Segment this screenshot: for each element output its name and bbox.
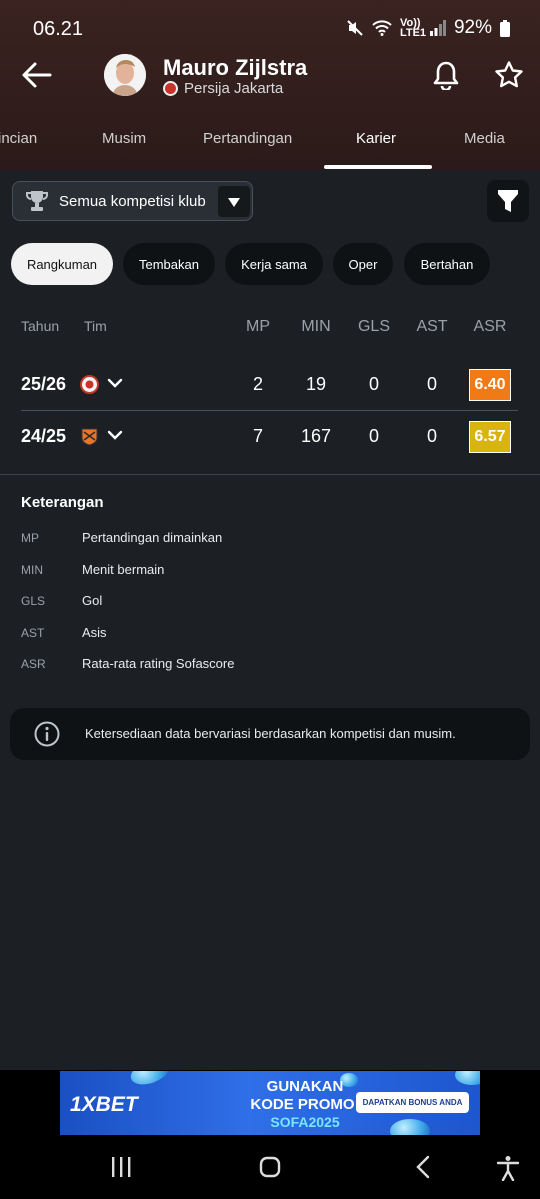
tab-karier[interactable]: Karier [356,130,396,147]
chip-kerja-sama[interactable]: Kerja sama [225,243,323,285]
network-label: Vo)) LTE1 [399,17,427,39]
player-header: Mauro Zijlstra Persija Jakarta [0,52,540,102]
coin-decoration [455,1071,480,1085]
row-divider [21,410,518,411]
header-min: MIN [301,318,331,335]
legend-abbr: ASR [21,657,46,671]
header-gls: GLS [357,318,390,335]
battery-percent: 92% [453,17,492,38]
legend-abbr: MP [21,531,39,545]
avatar[interactable] [104,54,146,96]
cell-gls: 0 [368,426,379,446]
legend-item: MP Pertandingan dimainkan [0,530,540,551]
info-notice: Ketersediaan data bervariasi berdasarkan… [10,708,530,760]
signal-icon [429,20,446,36]
filter-icon [498,190,518,212]
recent-apps-icon[interactable] [109,1155,133,1179]
info-icon [34,721,60,747]
chip-bertahan[interactable]: Bertahan [404,243,490,285]
club-link[interactable]: Persija Jakarta [163,80,283,97]
player-name: Mauro Zijlstra [163,55,308,80]
status-bar: 06.21 Vo)) LTE1 92% [0,0,540,58]
persija-crest-icon [80,375,99,394]
header-team: Tim [84,318,107,334]
active-tab-indicator [324,165,432,169]
cell-mp: 2 [252,374,263,394]
dropdown-button[interactable] [218,186,250,217]
filter-button[interactable] [487,180,529,222]
back-arrow-icon[interactable] [20,58,54,92]
table-row[interactable]: 24/25 7 167 0 0 6.57 [0,412,540,462]
chevron-down-icon[interactable] [107,429,123,441]
cell-min: 19 [305,374,327,394]
tab-media[interactable]: Media [464,130,505,147]
home-icon[interactable] [258,1155,282,1179]
header-asr: ASR [473,318,507,335]
season-label: 25/26 [21,374,67,394]
accessibility-icon[interactable] [496,1155,520,1181]
system-nav-bar [0,1138,540,1199]
header-ast: AST [416,318,448,335]
chip-rangkuman[interactable]: Rangkuman [11,243,113,285]
competition-label: Semua kompetisi klub [59,193,206,210]
cell-ast: 0 [426,426,437,446]
chip-tembakan[interactable]: Tembakan [123,243,215,285]
rating-badge: 6.57 [469,421,511,453]
caret-down-icon [228,198,240,207]
tab-rincian[interactable]: incian [0,130,37,147]
status-icons: Vo)) LTE1 92% [346,17,510,39]
legend-desc: Gol [82,593,103,608]
info-text: Ketersediaan data bervariasi berdasarkan… [85,726,456,741]
tab-bar: incian Musim Pertandingan Karier Media [0,118,540,170]
legend-item: GLS Gol [0,593,540,614]
ad-banner[interactable]: 1XBET GUNAKAN KODE PROMO: SOFA2025 DAPAT… [60,1071,480,1135]
season-label: 24/25 [21,426,67,446]
legend-item: AST Asis [0,625,540,646]
header-mp: MP [246,318,270,335]
club-name: Persija Jakarta [184,80,284,97]
chip-oper[interactable]: Oper [333,243,393,285]
cell-ast: 0 [426,374,437,394]
competition-dropdown[interactable]: Semua kompetisi klub [12,181,253,221]
legend-abbr: GLS [21,594,46,608]
wifi-icon [372,20,392,36]
orange-club-crest-icon [81,428,98,446]
legend-abbr: MIN [21,563,43,577]
header-season: Tahun [21,318,60,334]
club-crest-icon [163,81,178,96]
cell-min: 167 [300,426,332,446]
legend-item: ASR Rata-rata rating Sofascore [0,656,540,677]
legend-desc: Pertandingan dimainkan [82,530,223,545]
trophy-icon [26,191,48,211]
legend-desc: Rata-rata rating Sofascore [82,656,235,671]
ad-promo-code: SOFA2025 [270,1114,340,1130]
section-divider [0,474,540,475]
legend-item: MIN Menit bermain [0,562,540,583]
status-time: 06.21 [33,18,84,40]
back-icon[interactable] [412,1155,436,1179]
rating-badge: 6.40 [469,369,511,401]
cell-gls: 0 [368,374,379,394]
bell-icon[interactable] [432,60,460,90]
table-header: Tahun Tim MP MIN GLS AST ASR [0,318,540,338]
tab-pertandingan[interactable]: Pertandingan [203,130,292,147]
legend-desc: Menit bermain [82,562,165,577]
ad-cta-button[interactable]: DAPATKAN BONUS ANDA [356,1092,469,1113]
coin-decoration [390,1119,430,1135]
cell-mp: 7 [252,426,263,446]
battery-icon [500,19,510,37]
legend-abbr: AST [21,626,45,640]
mute-icon [347,20,363,36]
ad-brand-logo: 1XBET [70,1093,138,1116]
tab-musim[interactable]: Musim [102,130,146,147]
legend-title: Keterangan [21,494,104,511]
table-row[interactable]: 25/26 2 19 0 0 6.40 [0,360,540,410]
coin-decoration [127,1071,173,1090]
legend-desc: Asis [82,625,107,640]
player-photo-icon [104,54,146,96]
star-icon[interactable] [494,60,524,90]
chevron-down-icon[interactable] [107,377,123,389]
